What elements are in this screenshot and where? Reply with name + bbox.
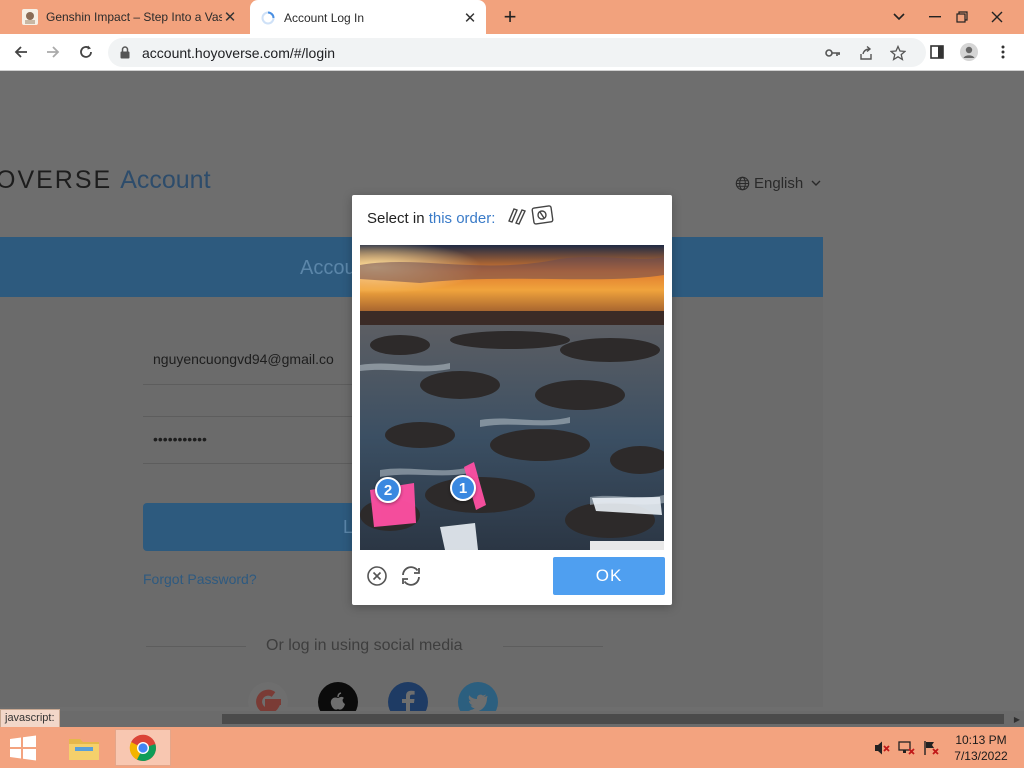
close-tab-icon[interactable]: ✕ bbox=[222, 9, 238, 26]
browser-tab-strip: Genshin Impact – Step Into a Vas ✕ Accou… bbox=[0, 0, 1024, 35]
link-status-tooltip: javascript: bbox=[0, 709, 60, 727]
captcha-click-marker-2[interactable]: 2 bbox=[375, 477, 401, 503]
divider-left bbox=[146, 646, 246, 647]
url-text: account.hoyoverse.com/#/login bbox=[142, 45, 335, 61]
language-selector[interactable]: English bbox=[735, 175, 821, 192]
new-tab-button[interactable]: + bbox=[498, 4, 522, 29]
reload-icon[interactable] bbox=[73, 39, 99, 65]
back-icon[interactable] bbox=[8, 39, 34, 65]
bookmark-star-icon[interactable] bbox=[888, 43, 908, 63]
network-disconnected-icon[interactable] bbox=[898, 739, 916, 757]
side-panel-icon[interactable] bbox=[924, 39, 950, 65]
social-login-prompt: Or log in using social media bbox=[266, 637, 463, 654]
profile-avatar-icon[interactable] bbox=[956, 39, 982, 65]
genshin-favicon bbox=[22, 9, 38, 25]
chrome-icon bbox=[129, 734, 156, 761]
captcha-dialog: Select in this order: 1 2 OK bbox=[352, 195, 672, 605]
captcha-ok-button[interactable]: OK bbox=[553, 557, 665, 595]
browser-toolbar: account.hoyoverse.com/#/login bbox=[0, 34, 1024, 71]
tab-genshin-impact[interactable]: Genshin Impact – Step Into a Vas ✕ bbox=[12, 0, 246, 34]
captcha-image[interactable]: 1 2 bbox=[360, 245, 664, 550]
captcha-close-icon[interactable] bbox=[366, 565, 388, 587]
forgot-password-link[interactable]: Forgot Password? bbox=[143, 571, 257, 587]
divider-right bbox=[503, 646, 603, 647]
screen: Genshin Impact – Step Into a Vas ✕ Accou… bbox=[0, 0, 1024, 768]
more-menu-icon[interactable] bbox=[990, 39, 1016, 65]
brand-logo: OVERSE Account bbox=[0, 166, 211, 195]
globe-icon bbox=[735, 176, 750, 191]
brand-account-label: Account bbox=[120, 166, 211, 194]
volume-muted-icon[interactable] bbox=[873, 739, 891, 757]
clock-time: 10:13 PM bbox=[955, 733, 1007, 747]
chrome-taskbar-button[interactable] bbox=[115, 729, 171, 766]
close-window-icon[interactable] bbox=[980, 0, 1014, 34]
captcha-target-glyphs-icon bbox=[508, 205, 554, 225]
chevron-down-icon bbox=[811, 180, 821, 186]
restore-icon[interactable] bbox=[945, 0, 979, 34]
tab-account-log-in[interactable]: Account Log In ✕ bbox=[250, 0, 486, 35]
tab-search-chevron-icon[interactable] bbox=[882, 0, 916, 34]
horizontal-scrollbar[interactable] bbox=[0, 711, 1024, 727]
login-panel-title: Accou bbox=[300, 257, 356, 279]
action-center-flag-icon[interactable] bbox=[922, 739, 940, 757]
file-explorer-taskbar-button[interactable] bbox=[56, 729, 112, 766]
scroll-right-arrow-icon[interactable]: ▶ bbox=[1010, 711, 1024, 727]
email-field[interactable]: nguyencuongvd94@gmail.co bbox=[143, 337, 363, 385]
captcha-refresh-icon[interactable] bbox=[399, 564, 423, 588]
sunset-river-photo bbox=[360, 245, 664, 550]
forward-icon[interactable] bbox=[40, 39, 66, 65]
tab-title: Account Log In bbox=[284, 10, 365, 25]
share-icon[interactable] bbox=[856, 43, 876, 63]
clock-date: 7/13/2022 bbox=[954, 749, 1008, 763]
address-bar[interactable]: account.hoyoverse.com/#/login bbox=[108, 38, 926, 67]
folder-icon bbox=[69, 738, 99, 760]
captcha-order-text: this order: bbox=[428, 210, 496, 227]
close-tab-icon[interactable]: ✕ bbox=[462, 10, 478, 27]
captcha-click-marker-1[interactable]: 1 bbox=[450, 475, 476, 501]
language-label: English bbox=[754, 175, 804, 192]
password-field[interactable]: ••••••••••• bbox=[143, 416, 363, 464]
login-button[interactable]: L bbox=[143, 503, 363, 551]
system-clock[interactable]: 10:13 PM 7/13/2022 bbox=[946, 732, 1016, 764]
key-icon[interactable] bbox=[823, 43, 843, 63]
captcha-instruction-text: Select in bbox=[367, 210, 429, 227]
windows-taskbar: 10:13 PM 7/13/2022 bbox=[0, 727, 1024, 768]
tab-title: Genshin Impact – Step Into a Vas bbox=[46, 10, 222, 24]
loading-spinner-icon bbox=[261, 11, 275, 24]
scrollbar-thumb[interactable] bbox=[222, 714, 1004, 724]
windows-start-icon[interactable] bbox=[8, 735, 38, 761]
lock-icon bbox=[120, 46, 130, 59]
brand-name: OVERSE bbox=[0, 166, 113, 194]
captcha-instruction: Select in this order: bbox=[367, 210, 495, 227]
